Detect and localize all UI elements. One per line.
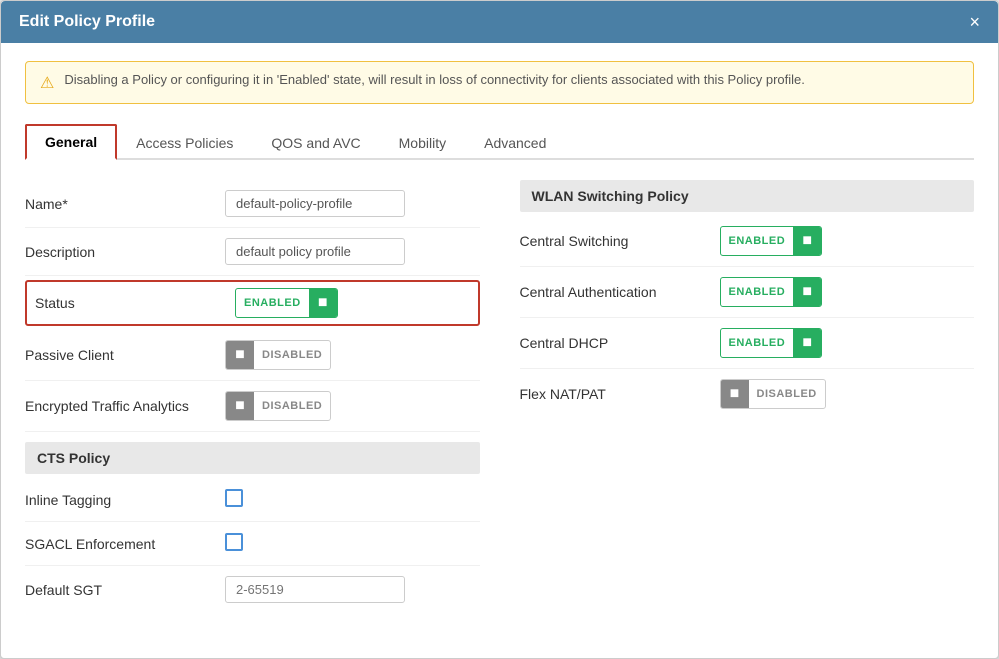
- toggle-checkmark: ■: [318, 294, 328, 312]
- status-toggle-indicator: ■: [309, 289, 337, 317]
- central-switching-text: ENABLED: [721, 231, 794, 251]
- sgacl-enforcement-value: [225, 533, 480, 554]
- inline-tagging-row: Inline Tagging: [25, 478, 480, 522]
- encrypted-traffic-indicator: ■: [226, 392, 254, 420]
- name-label: Name*: [25, 196, 225, 212]
- passive-client-indicator: ■: [226, 341, 254, 369]
- central-dhcp-indicator: ■: [793, 329, 821, 357]
- passive-client-row: Passive Client ■ DISABLED: [25, 330, 480, 381]
- central-authentication-text: ENABLED: [721, 282, 794, 302]
- sgacl-enforcement-label: SGACL Enforcement: [25, 536, 225, 552]
- tab-qos-avc[interactable]: QOS and AVC: [252, 124, 379, 160]
- central-switching-toggle[interactable]: ENABLED ■: [720, 226, 823, 256]
- name-value: [225, 190, 480, 217]
- central-switching-value: ENABLED ■: [720, 226, 975, 256]
- flex-nat-pat-toggle[interactable]: ■ DISABLED: [720, 379, 826, 409]
- inline-tagging-label: Inline Tagging: [25, 492, 225, 508]
- encrypted-traffic-value: ■ DISABLED: [225, 391, 480, 421]
- encrypted-traffic-row: Encrypted Traffic Analytics ■ DISABLED: [25, 381, 480, 432]
- modal-body: ⚠ Disabling a Policy or configuring it i…: [1, 43, 998, 658]
- edit-policy-profile-modal: Edit Policy Profile × ⚠ Disabling a Poli…: [0, 0, 999, 659]
- inline-tagging-value: [225, 489, 480, 510]
- toggle-square2: ■: [235, 397, 245, 415]
- central-authentication-toggle[interactable]: ENABLED ■: [720, 277, 823, 307]
- warning-icon: ⚠: [40, 73, 54, 93]
- encrypted-traffic-text: DISABLED: [254, 396, 330, 416]
- modal-header: Edit Policy Profile ×: [1, 1, 998, 43]
- toggle-icon-cd: ■: [802, 334, 812, 352]
- content-grid: Name* Description Status: [25, 180, 974, 613]
- passive-client-label: Passive Client: [25, 347, 225, 363]
- description-input[interactable]: [225, 238, 405, 265]
- status-text: ENABLED: [236, 293, 309, 313]
- central-switching-row: Central Switching ENABLED ■: [520, 216, 975, 267]
- inline-tagging-checkbox[interactable]: [225, 489, 243, 507]
- toggle-icon-cs: ■: [802, 232, 812, 250]
- passive-client-text: DISABLED: [254, 345, 330, 365]
- tab-access-policies[interactable]: Access Policies: [117, 124, 252, 160]
- modal-title: Edit Policy Profile: [19, 13, 155, 31]
- status-toggle[interactable]: ENABLED ■: [235, 288, 338, 318]
- modal-close-button[interactable]: ×: [969, 13, 980, 31]
- central-dhcp-value: ENABLED ■: [720, 328, 975, 358]
- sgacl-enforcement-row: SGACL Enforcement: [25, 522, 480, 566]
- central-authentication-label: Central Authentication: [520, 284, 720, 300]
- tab-bar: General Access Policies QOS and AVC Mobi…: [25, 124, 974, 160]
- name-input[interactable]: [225, 190, 405, 217]
- flex-nat-pat-text: DISABLED: [749, 384, 825, 404]
- cts-policy-header: CTS Policy: [25, 442, 480, 474]
- default-sgt-input[interactable]: [225, 576, 405, 603]
- description-label: Description: [25, 244, 225, 260]
- status-label: Status: [35, 295, 235, 311]
- central-authentication-value: ENABLED ■: [720, 277, 975, 307]
- central-dhcp-text: ENABLED: [721, 333, 794, 353]
- central-authentication-row: Central Authentication ENABLED ■: [520, 267, 975, 318]
- flex-nat-pat-indicator: ■: [721, 380, 749, 408]
- central-dhcp-label: Central DHCP: [520, 335, 720, 351]
- default-sgt-value: [225, 576, 480, 603]
- central-dhcp-toggle[interactable]: ENABLED ■: [720, 328, 823, 358]
- passive-client-toggle[interactable]: ■ DISABLED: [225, 340, 331, 370]
- toggle-icon-fnp: ■: [730, 385, 740, 403]
- default-sgt-row: Default SGT: [25, 566, 480, 613]
- warning-banner: ⚠ Disabling a Policy or configuring it i…: [25, 61, 974, 104]
- tab-mobility[interactable]: Mobility: [380, 124, 465, 160]
- wlan-switching-policy-header: WLAN Switching Policy: [520, 180, 975, 212]
- tab-general[interactable]: General: [25, 124, 117, 160]
- status-row: Status ENABLED ■: [25, 280, 480, 326]
- description-value: [225, 238, 480, 265]
- encrypted-traffic-label: Encrypted Traffic Analytics: [25, 398, 225, 414]
- description-row: Description: [25, 228, 480, 276]
- central-switching-indicator: ■: [793, 227, 821, 255]
- central-switching-label: Central Switching: [520, 233, 720, 249]
- flex-nat-pat-row: Flex NAT/PAT ■ DISABLED: [520, 369, 975, 419]
- toggle-icon-ca: ■: [802, 283, 812, 301]
- central-dhcp-row: Central DHCP ENABLED ■: [520, 318, 975, 369]
- default-sgt-label: Default SGT: [25, 582, 225, 598]
- flex-nat-pat-value: ■ DISABLED: [720, 379, 975, 409]
- tab-advanced[interactable]: Advanced: [465, 124, 565, 160]
- warning-text: Disabling a Policy or configuring it in …: [64, 72, 805, 87]
- toggle-square: ■: [235, 346, 245, 364]
- status-value: ENABLED ■: [235, 288, 470, 318]
- central-authentication-indicator: ■: [793, 278, 821, 306]
- name-row: Name*: [25, 180, 480, 228]
- right-column: WLAN Switching Policy Central Switching …: [520, 180, 975, 613]
- sgacl-enforcement-checkbox[interactable]: [225, 533, 243, 551]
- left-column: Name* Description Status: [25, 180, 480, 613]
- encrypted-traffic-toggle[interactable]: ■ DISABLED: [225, 391, 331, 421]
- passive-client-value: ■ DISABLED: [225, 340, 480, 370]
- flex-nat-pat-label: Flex NAT/PAT: [520, 386, 720, 402]
